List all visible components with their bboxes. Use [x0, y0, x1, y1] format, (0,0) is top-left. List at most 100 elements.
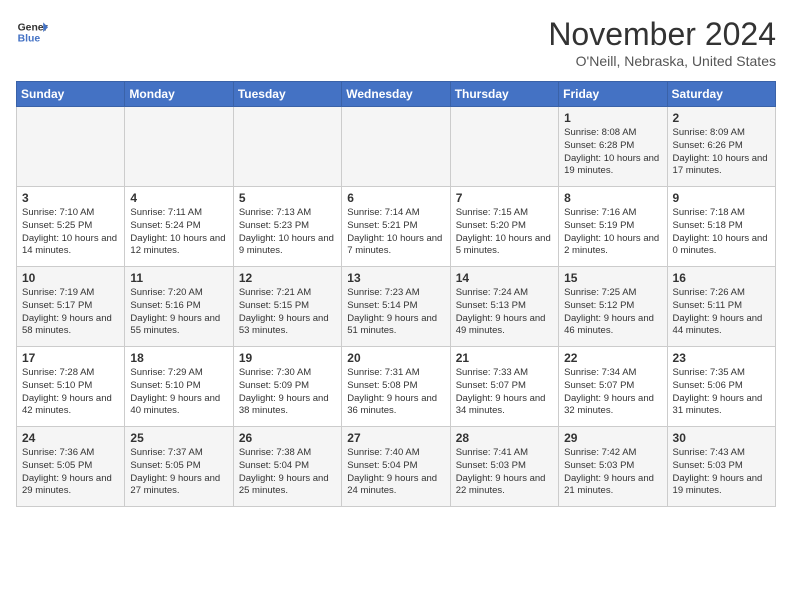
- day-number: 22: [564, 351, 661, 365]
- day-info: Sunrise: 7:21 AMSunset: 5:15 PMDaylight:…: [239, 287, 336, 338]
- calendar-cell: [450, 107, 558, 187]
- calendar-cell: 26 Sunrise: 7:38 AMSunset: 5:04 PMDayligh…: [233, 427, 341, 507]
- day-number: 13: [347, 271, 444, 285]
- day-number: 26: [239, 431, 336, 445]
- title-block: November 2024 O'Neill, Nebraska, United …: [548, 16, 776, 69]
- calendar-cell: 10 Sunrise: 7:19 AMSunset: 5:17 PMDayligh…: [17, 267, 125, 347]
- day-number: 20: [347, 351, 444, 365]
- logo: General Blue: [16, 16, 48, 48]
- calendar-cell: [17, 107, 125, 187]
- calendar-cell: 12 Sunrise: 7:21 AMSunset: 5:15 PMDayligh…: [233, 267, 341, 347]
- calendar-cell: 16Sunrise: 7:26 AMSunset: 5:11 PMDayligh…: [667, 267, 775, 347]
- day-number: 21: [456, 351, 553, 365]
- svg-text:Blue: Blue: [18, 34, 41, 45]
- week-row-4: 17 Sunrise: 7:28 AMSunset: 5:10 PMDayligh…: [17, 347, 776, 427]
- calendar-cell: 4 Sunrise: 7:11 AMSunset: 5:24 PMDaylight…: [125, 187, 233, 267]
- day-info: Sunrise: 7:41 AMSunset: 5:03 PMDaylight:…: [456, 447, 553, 498]
- day-info: Sunrise: 7:11 AMSunset: 5:24 PMDaylight:…: [130, 207, 227, 258]
- day-info: Sunrise: 7:38 AMSunset: 5:04 PMDaylight:…: [239, 447, 336, 498]
- day-info: Sunrise: 7:16 AMSunset: 5:19 PMDaylight:…: [564, 207, 661, 258]
- calendar-cell: 25 Sunrise: 7:37 AMSunset: 5:05 PMDayligh…: [125, 427, 233, 507]
- day-info: Sunrise: 7:28 AMSunset: 5:10 PMDaylight:…: [22, 367, 119, 418]
- calendar-cell: 21Sunrise: 7:33 AMSunset: 5:07 PMDayligh…: [450, 347, 558, 427]
- calendar-cell: 9Sunrise: 7:18 AMSunset: 5:18 PMDaylight…: [667, 187, 775, 267]
- day-number: 16: [673, 271, 770, 285]
- day-info: Sunrise: 7:29 AMSunset: 5:10 PMDaylight:…: [130, 367, 227, 418]
- calendar-cell: 20 Sunrise: 7:31 AMSunset: 5:08 PMDayligh…: [342, 347, 450, 427]
- weekday-header-saturday: Saturday: [667, 82, 775, 107]
- day-info: Sunrise: 8:08 AMSunset: 6:28 PMDaylight:…: [564, 127, 661, 178]
- calendar-cell: 27 Sunrise: 7:40 AMSunset: 5:04 PMDayligh…: [342, 427, 450, 507]
- day-number: 25: [130, 431, 227, 445]
- day-number: 19: [239, 351, 336, 365]
- calendar-cell: 23Sunrise: 7:35 AMSunset: 5:06 PMDayligh…: [667, 347, 775, 427]
- week-row-2: 3Sunrise: 7:10 AMSunset: 5:25 PMDaylight…: [17, 187, 776, 267]
- calendar-cell: 22 Sunrise: 7:34 AMSunset: 5:07 PMDayligh…: [559, 347, 667, 427]
- day-number: 11: [130, 271, 227, 285]
- day-number: 12: [239, 271, 336, 285]
- calendar-cell: 5 Sunrise: 7:13 AMSunset: 5:23 PMDaylight…: [233, 187, 341, 267]
- week-row-3: 10 Sunrise: 7:19 AMSunset: 5:17 PMDayligh…: [17, 267, 776, 347]
- day-info: Sunrise: 7:20 AMSunset: 5:16 PMDaylight:…: [130, 287, 227, 338]
- weekday-header-monday: Monday: [125, 82, 233, 107]
- day-info: Sunrise: 7:36 AMSunset: 5:05 PMDaylight:…: [22, 447, 119, 498]
- calendar-cell: 11 Sunrise: 7:20 AMSunset: 5:16 PMDayligh…: [125, 267, 233, 347]
- calendar-cell: 17 Sunrise: 7:28 AMSunset: 5:10 PMDayligh…: [17, 347, 125, 427]
- logo-icon: General Blue: [16, 16, 48, 48]
- day-number: 15: [564, 271, 661, 285]
- day-info: Sunrise: 7:34 AMSunset: 5:07 PMDaylight:…: [564, 367, 661, 418]
- day-number: 3: [22, 191, 119, 205]
- day-number: 14: [456, 271, 553, 285]
- calendar-cell: 8 Sunrise: 7:16 AMSunset: 5:19 PMDaylight…: [559, 187, 667, 267]
- day-info: Sunrise: 7:25 AMSunset: 5:12 PMDaylight:…: [564, 287, 661, 338]
- page-header: General Blue November 2024 O'Neill, Nebr…: [16, 16, 776, 69]
- calendar-cell: 28 Sunrise: 7:41 AMSunset: 5:03 PMDayligh…: [450, 427, 558, 507]
- day-number: 7: [456, 191, 553, 205]
- day-number: 4: [130, 191, 227, 205]
- calendar-cell: [233, 107, 341, 187]
- calendar-cell: 19 Sunrise: 7:30 AMSunset: 5:09 PMDayligh…: [233, 347, 341, 427]
- day-number: 28: [456, 431, 553, 445]
- weekday-header-row: SundayMondayTuesdayWednesdayThursdayFrid…: [17, 82, 776, 107]
- day-number: 6: [347, 191, 444, 205]
- day-info: Sunrise: 7:37 AMSunset: 5:05 PMDaylight:…: [130, 447, 227, 498]
- day-number: 5: [239, 191, 336, 205]
- calendar-cell: 1 Sunrise: 8:08 AMSunset: 6:28 PMDaylight…: [559, 107, 667, 187]
- calendar-cell: 14 Sunrise: 7:24 AMSunset: 5:13 PMDayligh…: [450, 267, 558, 347]
- day-number: 8: [564, 191, 661, 205]
- day-info: Sunrise: 7:43 AMSunset: 5:03 PMDaylight:…: [673, 447, 770, 498]
- day-info: Sunrise: 7:19 AMSunset: 5:17 PMDaylight:…: [22, 287, 119, 338]
- day-number: 1: [564, 111, 661, 125]
- day-number: 17: [22, 351, 119, 365]
- day-info: Sunrise: 7:15 AMSunset: 5:20 PMDaylight:…: [456, 207, 553, 258]
- week-row-5: 24 Sunrise: 7:36 AMSunset: 5:05 PMDayligh…: [17, 427, 776, 507]
- weekday-header-tuesday: Tuesday: [233, 82, 341, 107]
- calendar-cell: [342, 107, 450, 187]
- day-info: Sunrise: 7:35 AMSunset: 5:06 PMDaylight:…: [673, 367, 770, 418]
- calendar-table: SundayMondayTuesdayWednesdayThursdayFrid…: [16, 81, 776, 507]
- calendar-cell: 7 Sunrise: 7:15 AMSunset: 5:20 PMDaylight…: [450, 187, 558, 267]
- month-title: November 2024: [548, 16, 776, 53]
- day-number: 30: [673, 431, 770, 445]
- day-info: Sunrise: 7:13 AMSunset: 5:23 PMDaylight:…: [239, 207, 336, 258]
- day-number: 10: [22, 271, 119, 285]
- day-info: Sunrise: 7:30 AMSunset: 5:09 PMDaylight:…: [239, 367, 336, 418]
- day-number: 24: [22, 431, 119, 445]
- day-info: Sunrise: 7:31 AMSunset: 5:08 PMDaylight:…: [347, 367, 444, 418]
- day-info: Sunrise: 7:14 AMSunset: 5:21 PMDaylight:…: [347, 207, 444, 258]
- day-info: Sunrise: 7:18 AMSunset: 5:18 PMDaylight:…: [673, 207, 770, 258]
- day-number: 2: [673, 111, 770, 125]
- weekday-header-friday: Friday: [559, 82, 667, 107]
- calendar-cell: 29 Sunrise: 7:42 AMSunset: 5:03 PMDayligh…: [559, 427, 667, 507]
- day-info: Sunrise: 7:40 AMSunset: 5:04 PMDaylight:…: [347, 447, 444, 498]
- calendar-cell: [125, 107, 233, 187]
- location-subtitle: O'Neill, Nebraska, United States: [548, 53, 776, 69]
- day-number: 29: [564, 431, 661, 445]
- day-number: 27: [347, 431, 444, 445]
- day-info: Sunrise: 7:24 AMSunset: 5:13 PMDaylight:…: [456, 287, 553, 338]
- calendar-cell: 15 Sunrise: 7:25 AMSunset: 5:12 PMDayligh…: [559, 267, 667, 347]
- weekday-header-sunday: Sunday: [17, 82, 125, 107]
- calendar-cell: 24 Sunrise: 7:36 AMSunset: 5:05 PMDayligh…: [17, 427, 125, 507]
- weekday-header-thursday: Thursday: [450, 82, 558, 107]
- day-info: Sunrise: 7:42 AMSunset: 5:03 PMDaylight:…: [564, 447, 661, 498]
